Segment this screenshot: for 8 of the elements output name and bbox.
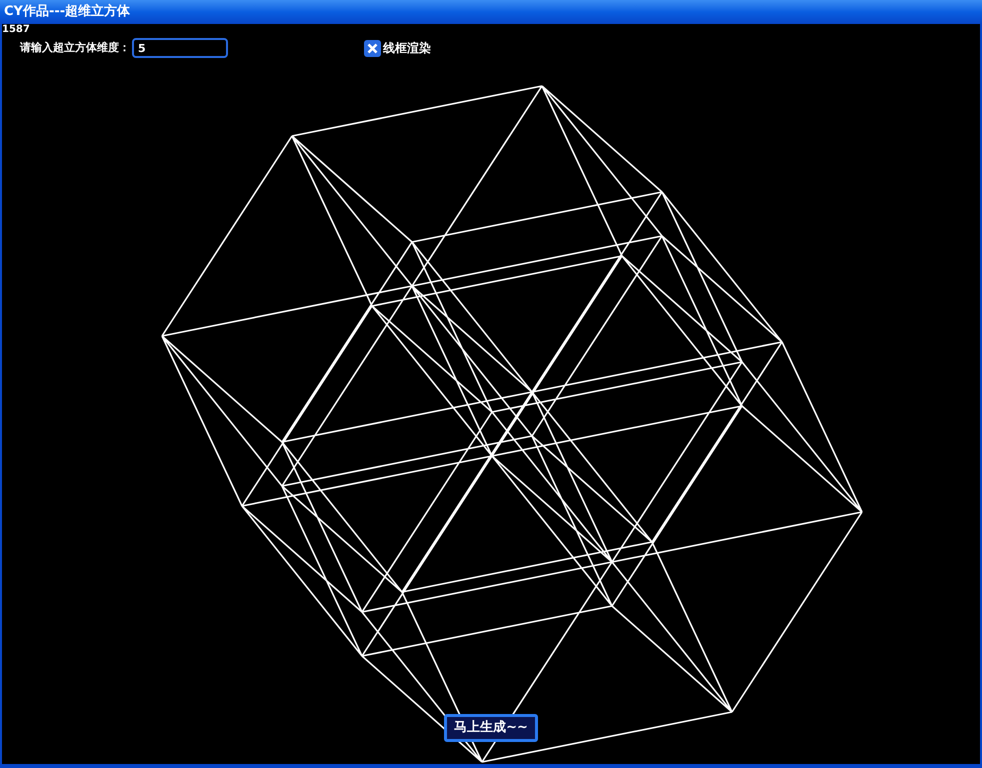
checkbox-label: 线框渲染	[383, 40, 431, 57]
window-title: CY作品---超维立方体	[4, 2, 130, 22]
generate-button[interactable]: 马上生成~~	[444, 714, 538, 742]
cross-icon	[367, 42, 378, 54]
checkbox[interactable]	[364, 40, 381, 56]
counter-text: 1587	[2, 24, 30, 36]
dimension-input[interactable]: 5	[132, 38, 228, 58]
dimension-label: 请输入超立方体维度：	[20, 40, 130, 56]
